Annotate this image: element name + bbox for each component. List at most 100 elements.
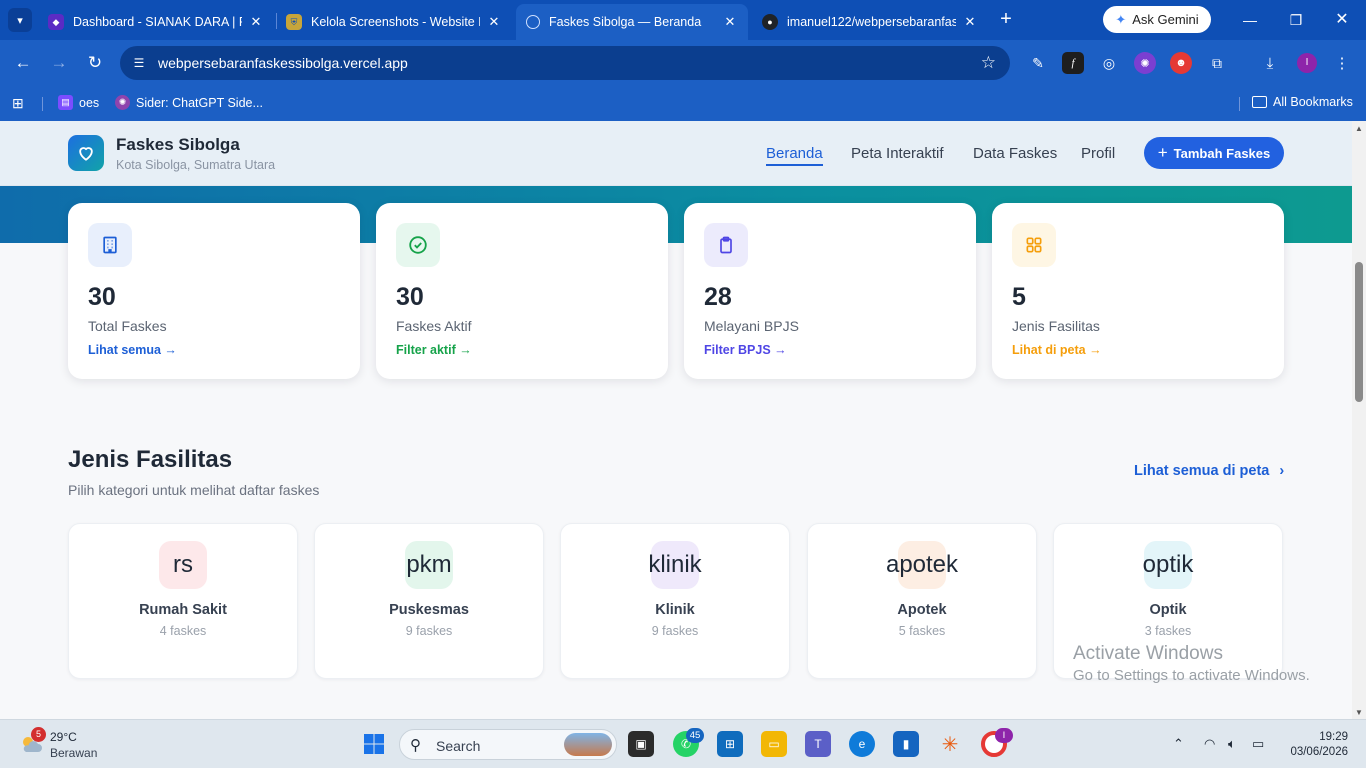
- all-bookmarks-button[interactable]: All Bookmarks: [1252, 95, 1353, 109]
- task-view-icon[interactable]: ▣: [628, 731, 654, 757]
- add-faskes-label: Tambah Faskes: [1173, 145, 1271, 161]
- close-tab-icon[interactable]: ✕: [962, 14, 978, 30]
- check-circle-icon: [396, 223, 440, 267]
- restore-icon[interactable]: ❐: [1284, 8, 1308, 32]
- windows-start-icon[interactable]: [361, 731, 387, 757]
- pen-extension-icon[interactable]: ✎: [1027, 52, 1049, 74]
- close-tab-icon[interactable]: ✕: [486, 14, 502, 30]
- category-name: Apotek: [897, 602, 947, 618]
- chevron-right-icon: ›: [1279, 463, 1285, 479]
- function-extension-icon[interactable]: f: [1062, 52, 1084, 74]
- see-all-map-link[interactable]: Lihat semua di peta ›: [1134, 463, 1284, 479]
- nav-beranda[interactable]: Beranda: [766, 145, 823, 166]
- page-scrollbar[interactable]: ▲ ▼: [1352, 121, 1366, 719]
- brand-title[interactable]: Faskes Sibolga: [116, 135, 240, 155]
- stat-label: Faskes Aktif: [396, 318, 472, 334]
- category-card-rumah-sakit[interactable]: rs Rumah Sakit 4 faskes: [68, 523, 298, 679]
- scroll-down-icon[interactable]: ▼: [1355, 708, 1363, 717]
- category-name: Optik: [1149, 602, 1187, 618]
- all-bookmarks-label: All Bookmarks: [1273, 95, 1353, 109]
- grid-icon: [1012, 223, 1056, 267]
- bookmark-star-icon[interactable]: ☆: [981, 53, 996, 73]
- close-tab-icon[interactable]: ✕: [248, 14, 264, 30]
- weather-temperature[interactable]: 29°C: [50, 730, 77, 744]
- profile-avatar[interactable]: I: [1297, 53, 1317, 73]
- section-title: Jenis Fasilitas: [68, 446, 233, 473]
- forward-icon[interactable]: →: [47, 51, 71, 75]
- download-icon[interactable]: ⤓: [1259, 52, 1281, 74]
- tab-title: Faskes Sibolga — Beranda: [549, 15, 702, 29]
- tray-chevron-icon[interactable]: ⌃: [1173, 736, 1184, 752]
- stat-value: 28: [704, 283, 732, 311]
- stat-label: Jenis Fasilitas: [1012, 318, 1100, 334]
- teams-icon[interactable]: T: [805, 731, 831, 757]
- url-text[interactable]: webpersebaranfaskessibolga.vercel.app: [158, 55, 408, 71]
- category-count: 9 faskes: [651, 624, 699, 638]
- ask-gemini-button[interactable]: ✦ Ask Gemini: [1103, 6, 1211, 33]
- category-count: 3 faskes: [1144, 624, 1192, 638]
- bookmark-sider[interactable]: ✺ Sider: ChatGPT Side...: [115, 95, 263, 110]
- browser-tab-kelola[interactable]: ⛨ Kelola Screenshots - Website Pe ✕: [276, 4, 512, 40]
- claude-icon[interactable]: ✳: [937, 731, 963, 757]
- sync-extension-icon[interactable]: ◎: [1098, 52, 1120, 74]
- tab-title: Kelola Screenshots - Website Pe: [311, 15, 480, 29]
- category-code: apotek: [886, 541, 958, 589]
- nav-data-faskes[interactable]: Data Faskes: [973, 145, 1057, 162]
- tab-search-button[interactable]: ▾: [8, 8, 32, 32]
- browser-tab-dashboard[interactable]: ◆ Dashboard - SIANAK DARA | Po ✕: [38, 4, 274, 40]
- category-card-klinik[interactable]: klinik Klinik 9 faskes: [560, 523, 790, 679]
- bookmark-divider: [42, 97, 43, 111]
- apps-grid-icon[interactable]: ⊞: [12, 95, 24, 112]
- taskbar-search[interactable]: ⚲ Search: [399, 729, 617, 760]
- crest-icon: ⛨: [286, 14, 302, 30]
- category-card-puskesmas[interactable]: pkm Puskesmas 9 faskes: [314, 523, 544, 679]
- weather-condition[interactable]: Berawan: [50, 746, 97, 760]
- stat-label: Total Faskes: [88, 318, 167, 334]
- new-tab-button[interactable]: +: [994, 8, 1018, 32]
- address-bar[interactable]: ☰ webpersebaranfaskessibolga.vercel.app …: [120, 46, 1010, 80]
- filter-active-link[interactable]: Filter aktif →: [396, 343, 472, 357]
- bookmark-oes[interactable]: ▤ oes: [58, 95, 99, 110]
- office-app-icon[interactable]: ▮: [893, 731, 919, 757]
- view-on-map-link[interactable]: Lihat di peta →: [1012, 343, 1102, 357]
- close-window-icon[interactable]: ✕: [1330, 8, 1354, 32]
- nav-peta-interaktif[interactable]: Peta Interaktif: [851, 145, 944, 162]
- site-header: Faskes Sibolga Kota Sibolga, Sumatra Uta…: [0, 121, 1352, 186]
- battery-icon[interactable]: ▭: [1252, 736, 1264, 752]
- back-icon[interactable]: ←: [11, 51, 35, 75]
- bookmark-label: Sider: ChatGPT Side...: [136, 95, 263, 110]
- nav-profil[interactable]: Profil: [1081, 145, 1115, 162]
- site-info-icon[interactable]: ☰: [130, 54, 148, 72]
- heart-logo-icon[interactable]: [68, 135, 104, 171]
- clock-date: 03/06/2026: [1290, 746, 1348, 758]
- brain-extension-icon[interactable]: ✺: [1134, 52, 1156, 74]
- stat-value: 5: [1012, 283, 1026, 311]
- microsoft-store-icon[interactable]: ⊞: [717, 731, 743, 757]
- scrollbar-thumb[interactable]: [1355, 262, 1363, 402]
- scroll-up-icon[interactable]: ▲: [1355, 124, 1363, 133]
- clock-time: 19:29: [1319, 731, 1348, 743]
- file-explorer-icon[interactable]: ▭: [761, 731, 787, 757]
- close-tab-icon[interactable]: ✕: [722, 14, 738, 30]
- reload-icon[interactable]: ↻: [83, 51, 107, 75]
- filter-bpjs-link[interactable]: Filter BPJS →: [704, 343, 787, 357]
- volume-icon[interactable]: 🔈︎: [1228, 736, 1236, 752]
- gemini-label: Ask Gemini: [1132, 12, 1199, 27]
- category-card-apotek[interactable]: apotek Apotek 5 faskes: [807, 523, 1037, 679]
- edge-icon[interactable]: e: [849, 731, 875, 757]
- category-count: 4 faskes: [159, 624, 207, 638]
- wifi-icon[interactable]: ◠: [1204, 736, 1215, 752]
- add-faskes-button[interactable]: + Tambah Faskes: [1144, 137, 1284, 169]
- tab-strip: ▾ ◆ Dashboard - SIANAK DARA | Po ✕ ⛨ Kel…: [0, 0, 1366, 40]
- browser-tab-faskes[interactable]: Faskes Sibolga — Beranda ✕: [516, 4, 748, 40]
- bookmarks-bar: ⊞ ▤ oes ✺ Sider: ChatGPT Side... All Boo…: [0, 86, 1366, 121]
- minimize-icon[interactable]: —: [1238, 8, 1262, 32]
- extensions-puzzle-icon[interactable]: ⧉: [1206, 52, 1228, 74]
- view-all-link[interactable]: Lihat semua →: [88, 343, 177, 357]
- mascot-extension-icon[interactable]: ☻: [1170, 52, 1192, 74]
- category-count: 5 faskes: [898, 624, 946, 638]
- more-menu-icon[interactable]: ⋮: [1331, 52, 1353, 74]
- system-clock[interactable]: 19:29 03/06/2026: [1290, 730, 1348, 760]
- sider-icon: ✺: [115, 95, 130, 110]
- browser-tab-github[interactable]: ● imanuel122/webpersebaranfask ✕: [752, 4, 988, 40]
